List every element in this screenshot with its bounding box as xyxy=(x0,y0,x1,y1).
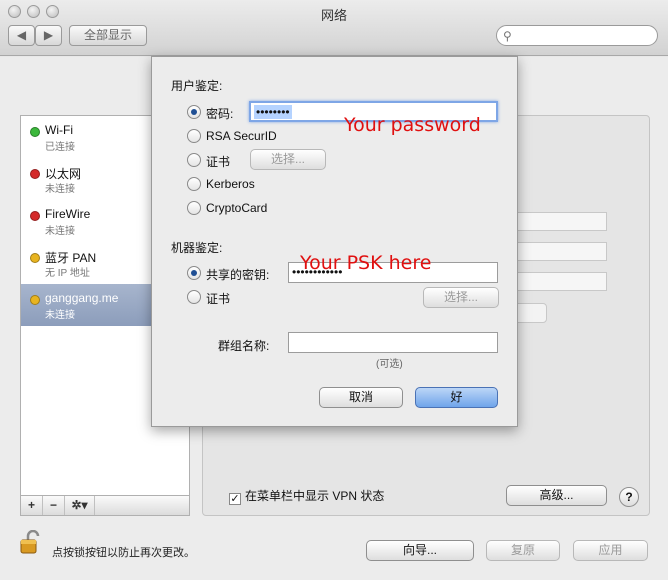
show-vpn-status-label: 在菜单栏中显示 VPN 状态 xyxy=(245,489,385,503)
search-field[interactable]: ⚲ xyxy=(496,25,658,46)
psk-annotation: Your PSK here xyxy=(300,252,432,274)
machine-certificate-radio[interactable] xyxy=(187,290,201,304)
window-toolbar: 网络 ◀ ▶ 全部显示 ⚲ xyxy=(0,0,668,56)
authentication-sheet: 用户鉴定: 密码: •••••••• RSA SecurID 证书 选择... … xyxy=(151,56,518,427)
service-status: 未连接 xyxy=(45,184,75,195)
user-auth-label: 用户鉴定: xyxy=(171,79,223,93)
service-status: 无 IP 地址 xyxy=(45,268,90,279)
status-dot-icon xyxy=(30,253,40,263)
service-status: 未连接 xyxy=(45,226,75,237)
select-certificate-button[interactable]: 选择... xyxy=(250,149,326,170)
group-name-label: 群组名称: xyxy=(218,339,270,353)
service-status: 未连接 xyxy=(45,310,75,321)
password-value: •••••••• xyxy=(254,105,292,119)
status-dot-icon xyxy=(30,211,40,221)
select-machine-certificate-button[interactable]: 选择... xyxy=(423,287,499,308)
rsa-securid-radio[interactable] xyxy=(187,129,201,143)
password-annotation: Your password xyxy=(344,114,481,136)
cancel-button[interactable]: 取消 xyxy=(319,387,403,408)
kerberos-radio[interactable] xyxy=(187,177,201,191)
revert-button[interactable]: 复原 xyxy=(486,540,560,561)
assist-button[interactable]: 向导... xyxy=(366,540,474,561)
service-name: Wi-Fi xyxy=(45,123,73,137)
window-title: 网络 xyxy=(320,8,347,23)
show-all-button[interactable]: 全部显示 xyxy=(69,25,147,46)
password-radio[interactable] xyxy=(187,105,201,119)
back-button[interactable]: ◀ xyxy=(8,25,35,46)
cryptocard-radio[interactable] xyxy=(187,201,201,215)
group-name-field[interactable] xyxy=(288,332,498,353)
service-list-controls: + − ✲▾ xyxy=(20,495,190,516)
forward-button[interactable]: ▶ xyxy=(35,25,62,46)
machine-certificate-label: 证书 xyxy=(206,292,231,306)
service-name: ganggang.me xyxy=(45,291,119,305)
service-status: 已连接 xyxy=(45,142,75,153)
password-option-label: 密码: xyxy=(206,107,234,121)
action-menu-button[interactable]: ✲▾ xyxy=(65,496,95,515)
certificate-radio[interactable] xyxy=(187,153,201,167)
status-dot-icon xyxy=(30,295,40,305)
show-vpn-status-checkbox[interactable]: ✓ xyxy=(229,493,241,505)
show-vpn-status-row[interactable]: ✓ 在菜单栏中显示 VPN 状态 xyxy=(229,487,384,505)
lock-hint: 点按锁按钮以防止再次更改。 xyxy=(52,547,195,559)
cryptocard-label: CryptoCard xyxy=(206,201,268,215)
add-service-button[interactable]: + xyxy=(21,496,43,515)
optional-hint: (可选) xyxy=(376,359,403,370)
status-dot-icon xyxy=(30,127,40,137)
search-icon: ⚲ xyxy=(503,29,512,43)
apply-button[interactable]: 应用 xyxy=(573,540,648,561)
shared-secret-radio[interactable] xyxy=(187,266,201,280)
machine-auth-label: 机器鉴定: xyxy=(171,241,223,255)
help-button[interactable]: ? xyxy=(619,487,639,507)
remove-service-button[interactable]: − xyxy=(43,496,65,515)
advanced-button[interactable]: 高级... xyxy=(506,485,607,506)
ok-button[interactable]: 好 xyxy=(415,387,498,408)
kerberos-label: Kerberos xyxy=(206,177,255,191)
service-name: FireWire xyxy=(45,207,91,221)
shared-secret-label: 共享的密钥: xyxy=(206,268,270,282)
status-dot-icon xyxy=(30,169,40,179)
rsa-securid-label: RSA SecurID xyxy=(206,129,277,143)
certificate-label: 证书 xyxy=(206,155,231,169)
lock-icon[interactable] xyxy=(20,530,40,554)
